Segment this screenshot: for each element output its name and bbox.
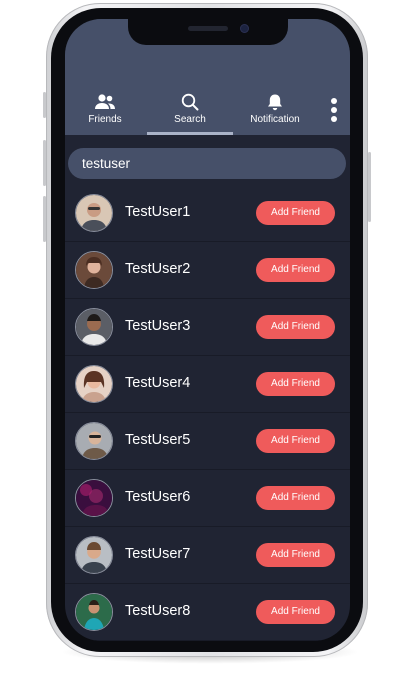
search-input[interactable] (68, 148, 322, 179)
list-item: TestUser3 Add Friend (65, 299, 350, 356)
avatar (75, 365, 113, 403)
list-item: TestUser1 Add Friend (65, 185, 350, 242)
user-name: TestUser3 (125, 318, 191, 334)
list-item: TestUser7 Add Friend (65, 527, 350, 584)
avatar (75, 308, 113, 346)
list-item: TestUser8 Add Friend (65, 584, 350, 641)
active-tab-indicator (147, 132, 233, 135)
add-friend-button[interactable]: Add Friend (256, 315, 335, 339)
phone-notch (128, 19, 288, 45)
avatar (75, 194, 113, 232)
avatar (75, 593, 113, 631)
user-name: TestUser6 (125, 489, 191, 505)
tab-search[interactable]: Search (150, 91, 230, 125)
app-screen: Friends Search Notification testuser Tes… (65, 19, 350, 641)
user-name: TestUser8 (125, 603, 191, 619)
add-friend-button[interactable]: Add Friend (256, 258, 335, 282)
avatar (75, 251, 113, 289)
friends-icon (65, 91, 145, 111)
tab-notification[interactable]: Notification (235, 91, 315, 125)
add-friend-button[interactable]: Add Friend (256, 429, 335, 453)
search-field[interactable] (68, 148, 346, 179)
add-friend-button[interactable]: Add Friend (256, 372, 335, 396)
avatar (75, 536, 113, 574)
tab-search-label: Search (174, 114, 206, 125)
phone-side-button-power (368, 152, 371, 222)
user-name: TestUser2 (125, 261, 191, 277)
tab-friends-label: Friends (88, 114, 122, 125)
add-friend-button[interactable]: Add Friend (256, 486, 335, 510)
phone-side-button-volume-up (43, 140, 46, 186)
avatar (75, 422, 113, 460)
avatar (75, 479, 113, 517)
search-icon (150, 91, 230, 111)
list-item: TestUser2 Add Friend (65, 242, 350, 299)
more-vertical-icon[interactable] (331, 98, 337, 125)
phone-side-button-mute (43, 92, 46, 118)
list-item: TestUser4 Add Friend (65, 356, 350, 413)
add-friend-button[interactable]: Add Friend (256, 543, 335, 567)
user-name: TestUser1 (125, 204, 191, 220)
list-item: TestUser5 Add Friend (65, 413, 350, 470)
add-friend-button[interactable]: Add Friend (256, 600, 335, 624)
front-camera (240, 24, 249, 33)
user-name: TestUser7 (125, 546, 191, 562)
tab-notification-label: Notification (250, 114, 300, 125)
phone-side-button-volume-down (43, 196, 46, 242)
speaker-grille (188, 26, 228, 31)
bell-icon (235, 91, 315, 111)
tab-friends[interactable]: Friends (65, 91, 145, 125)
search-results-list: TestUser1 Add Friend TestUser2 Add Frien… (65, 185, 350, 641)
list-item: TestUser6 Add Friend (65, 470, 350, 527)
user-name: TestUser5 (125, 432, 191, 448)
add-friend-button[interactable]: Add Friend (256, 201, 335, 225)
user-name: TestUser4 (125, 375, 191, 391)
